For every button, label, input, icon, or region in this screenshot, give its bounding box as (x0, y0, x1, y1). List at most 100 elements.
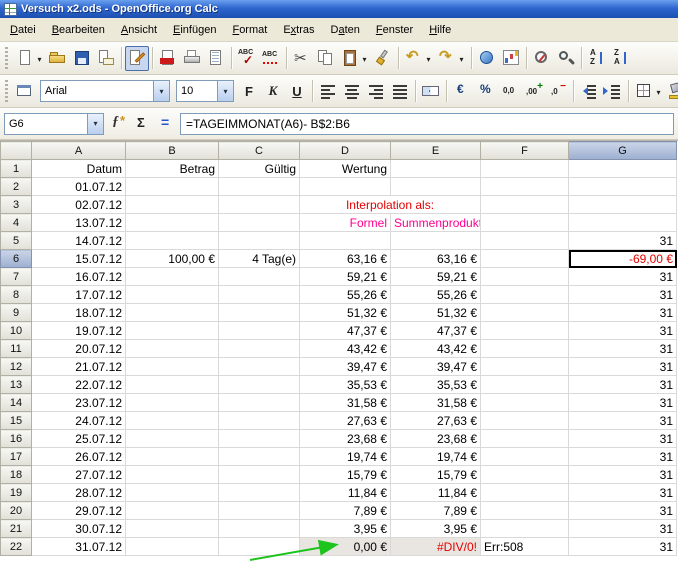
cell-G14[interactable]: 31 (569, 394, 677, 412)
toolbar-handle[interactable] (5, 47, 8, 69)
cell-F8[interactable] (481, 286, 569, 304)
cell-D21[interactable]: 3,95 € (300, 520, 391, 538)
cell-C19[interactable] (219, 484, 300, 502)
menu-fenster[interactable]: Fenster (368, 21, 421, 39)
cell-D17[interactable]: 19,74 € (300, 448, 391, 466)
cell-E19[interactable]: 11,84 € (391, 484, 481, 502)
column-header-C[interactable]: C (219, 142, 300, 160)
row-header-9[interactable]: 9 (1, 304, 32, 322)
cell-G6[interactable]: -69,00 € (569, 250, 677, 268)
cell-B18[interactable] (126, 466, 219, 484)
number-format-standard-button[interactable] (498, 79, 522, 104)
paste-dropdown-arrow-icon[interactable] (360, 49, 369, 67)
cell-E21[interactable]: 3,95 € (391, 520, 481, 538)
cell-D20[interactable]: 7,89 € (300, 502, 391, 520)
cell-G19[interactable]: 31 (569, 484, 677, 502)
styles-window-button[interactable] (13, 79, 37, 104)
cell-F5[interactable] (481, 232, 569, 250)
edit-file-button[interactable] (125, 46, 149, 71)
column-header-B[interactable]: B (126, 142, 219, 160)
menu-daten[interactable]: Daten (323, 21, 368, 39)
cell-E1[interactable] (391, 160, 481, 178)
row-header-10[interactable]: 10 (1, 322, 32, 340)
cell-F3[interactable] (481, 196, 569, 214)
cell-G18[interactable]: 31 (569, 466, 677, 484)
cell-A8[interactable]: 17.07.12 (32, 286, 126, 304)
cell-D19[interactable]: 11,84 € (300, 484, 391, 502)
cell-B22[interactable] (126, 538, 219, 556)
cell-B5[interactable] (126, 232, 219, 250)
italic-button[interactable]: K (261, 79, 285, 104)
cell-B1[interactable]: Betrag (126, 160, 219, 178)
cell-E11[interactable]: 43,42 € (391, 340, 481, 358)
cell-C11[interactable] (219, 340, 300, 358)
cell-A16[interactable]: 25.07.12 (32, 430, 126, 448)
cell-A6[interactable]: 15.07.12 (32, 250, 126, 268)
font-size-dropdown-icon[interactable] (217, 81, 233, 101)
row-header-18[interactable]: 18 (1, 466, 32, 484)
name-box[interactable]: G6 (4, 113, 104, 135)
font-name-combo[interactable]: Arial (40, 80, 170, 102)
menu-format[interactable]: Format (224, 21, 275, 39)
cell-A10[interactable]: 19.07.12 (32, 322, 126, 340)
undo-dropdown-arrow-icon[interactable] (424, 49, 433, 67)
cell-A14[interactable]: 23.07.12 (32, 394, 126, 412)
cell-D10[interactable]: 47,37 € (300, 322, 391, 340)
cell-F22[interactable]: Err:508 (481, 538, 569, 556)
cell-E12[interactable]: 39,47 € (391, 358, 481, 376)
number-format-percent-button[interactable] (474, 79, 498, 104)
cell-G2[interactable] (569, 178, 677, 196)
cell-F16[interactable] (481, 430, 569, 448)
cell-E18[interactable]: 15,79 € (391, 466, 481, 484)
cell-C20[interactable] (219, 502, 300, 520)
cell-B7[interactable] (126, 268, 219, 286)
cell-F14[interactable] (481, 394, 569, 412)
cell-G3[interactable] (569, 196, 677, 214)
cell-C12[interactable] (219, 358, 300, 376)
cell-F1[interactable] (481, 160, 569, 178)
add-decimal-button[interactable] (522, 79, 546, 104)
paste-button[interactable] (338, 46, 371, 71)
cell-E15[interactable]: 27,63 € (391, 412, 481, 430)
cell-A4[interactable]: 13.07.12 (32, 214, 126, 232)
row-header-15[interactable]: 15 (1, 412, 32, 430)
cell-A11[interactable]: 20.07.12 (32, 340, 126, 358)
auto-spellcheck-button[interactable] (259, 46, 283, 71)
cell-A19[interactable]: 28.07.12 (32, 484, 126, 502)
row-header-12[interactable]: 12 (1, 358, 32, 376)
sort-ascending-button[interactable] (585, 46, 609, 71)
align-center-button[interactable] (340, 79, 364, 104)
column-header-F[interactable]: F (481, 142, 569, 160)
cell-E9[interactable]: 51,32 € (391, 304, 481, 322)
cell-C8[interactable] (219, 286, 300, 304)
cell-C13[interactable] (219, 376, 300, 394)
cell-A21[interactable]: 30.07.12 (32, 520, 126, 538)
cell-E20[interactable]: 7,89 € (391, 502, 481, 520)
row-header-7[interactable]: 7 (1, 268, 32, 286)
cell-B11[interactable] (126, 340, 219, 358)
cell-G21[interactable]: 31 (569, 520, 677, 538)
new-document-button[interactable] (13, 46, 46, 71)
cell-A2[interactable]: 01.07.12 (32, 178, 126, 196)
cell-A17[interactable]: 26.07.12 (32, 448, 126, 466)
function-wizard-button[interactable] (106, 111, 130, 136)
cell-G16[interactable]: 31 (569, 430, 677, 448)
row-header-13[interactable]: 13 (1, 376, 32, 394)
cell-B8[interactable] (126, 286, 219, 304)
cell-A18[interactable]: 27.07.12 (32, 466, 126, 484)
merge-cells-button[interactable] (419, 79, 443, 104)
cell-D8[interactable]: 55,26 € (300, 286, 391, 304)
cell-B20[interactable] (126, 502, 219, 520)
insert-chart-button[interactable] (499, 46, 523, 71)
menu-ansicht[interactable]: Ansicht (113, 21, 165, 39)
cell-D16[interactable]: 23,68 € (300, 430, 391, 448)
cell-C10[interactable] (219, 322, 300, 340)
cell-C3[interactable] (219, 196, 300, 214)
cell-G20[interactable]: 31 (569, 502, 677, 520)
font-size-combo[interactable]: 10 (176, 80, 234, 102)
cell-F2[interactable] (481, 178, 569, 196)
cell-C5[interactable] (219, 232, 300, 250)
cell-B4[interactable] (126, 214, 219, 232)
cell-A15[interactable]: 24.07.12 (32, 412, 126, 430)
clone-formatting-button[interactable] (371, 46, 395, 71)
